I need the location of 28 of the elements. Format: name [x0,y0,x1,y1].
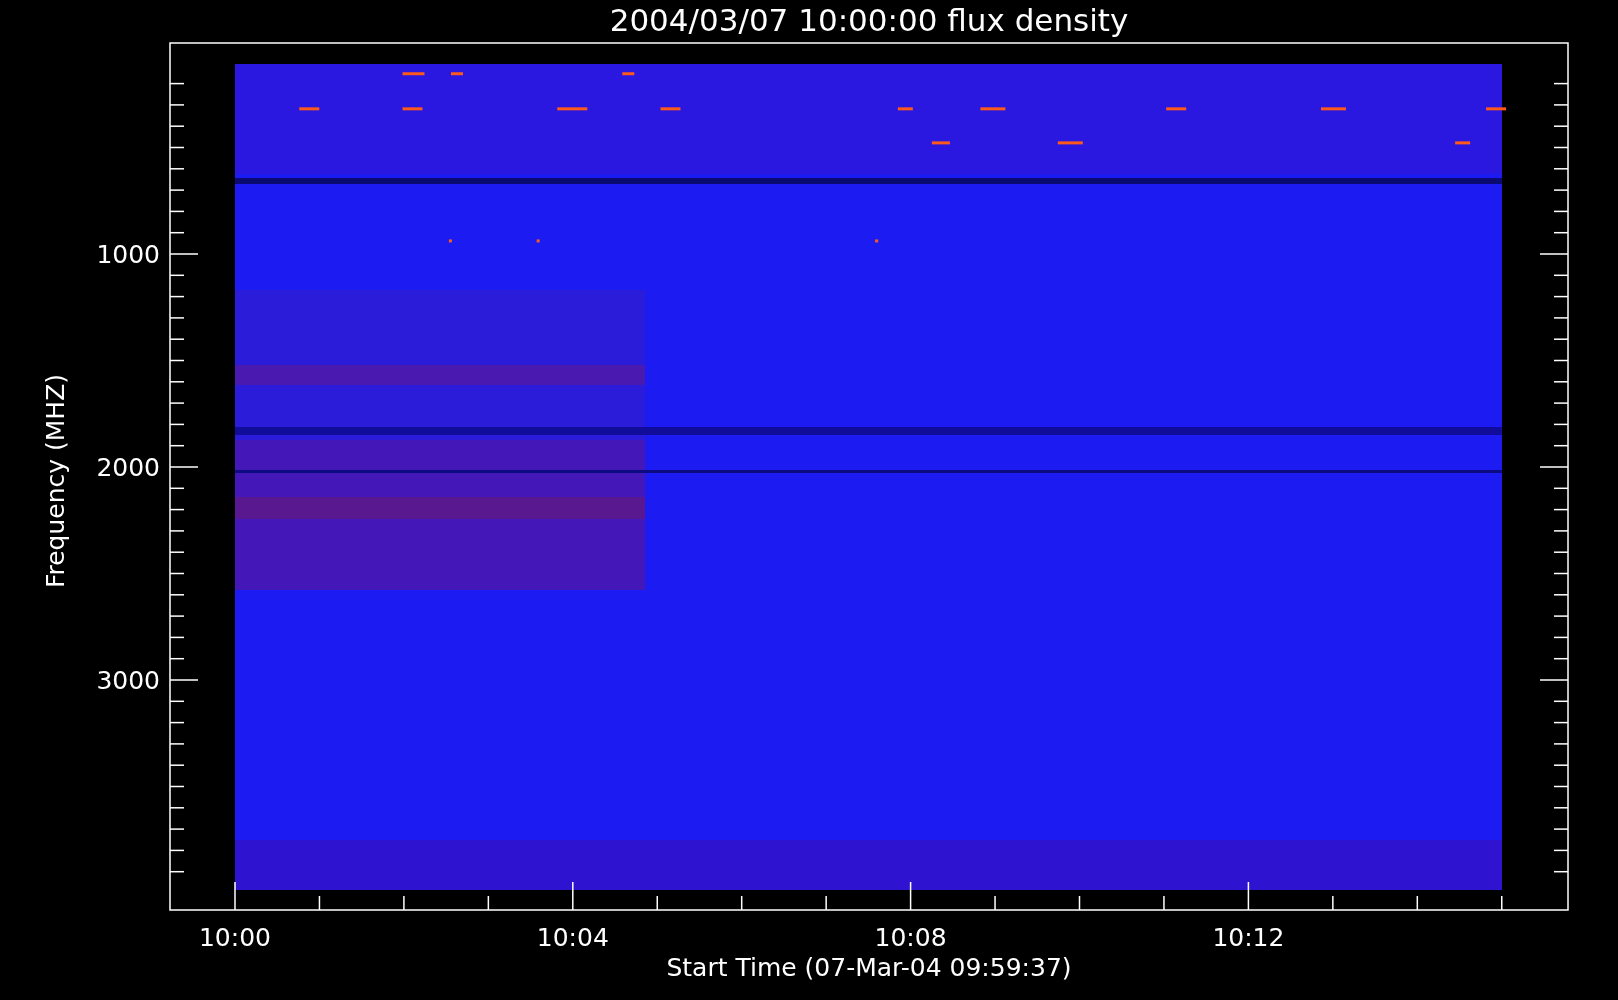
signal-dash [931,141,950,145]
x-axis-label: Start Time (07-Mar-04 09:59:37) [666,953,1072,982]
signal-dash [622,72,635,76]
signal-dash [875,239,879,243]
signal-dash [660,107,681,111]
y-tick-label: 2000 [96,453,160,482]
signal-dash [451,72,463,76]
signal-dash [1455,141,1471,145]
x-tick-label: 10:08 [874,923,947,952]
x-tick-label: 10:12 [1212,923,1285,952]
signal-dash [448,239,452,243]
signal-dash [402,107,423,111]
signal-dash [536,239,540,243]
x-tick-label: 10:04 [536,923,609,952]
signal-dash [1057,141,1083,145]
signal-dash [1166,107,1187,111]
signal-dash [402,72,425,76]
x-tick-label: 10:00 [199,923,271,952]
signal-dash [299,107,320,111]
signal-dash [897,107,913,111]
signal-dash [557,107,588,111]
plot-title: 2004/03/07 10:00:00 flux density [609,2,1129,38]
signal-dash [1320,107,1346,111]
y-tick-label: 1000 [96,240,160,269]
signal-dash [980,107,1006,111]
signal-dash [1486,107,1507,111]
y-tick-label: 3000 [96,666,160,695]
y-axis-label: Frequency (MHZ) [41,373,70,589]
